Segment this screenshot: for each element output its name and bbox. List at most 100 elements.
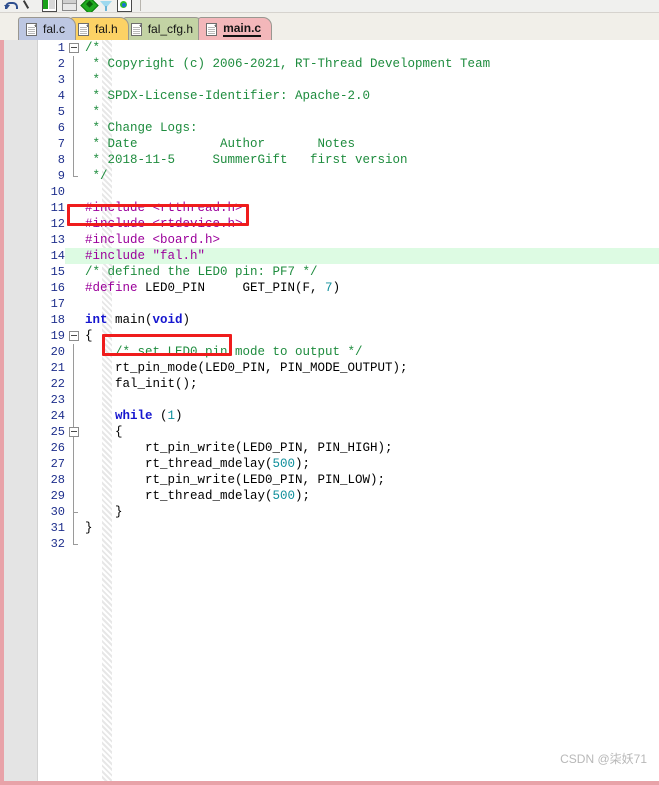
- fold-marker: [67, 264, 83, 280]
- code-line[interactable]: 31}: [39, 520, 659, 536]
- code-text: * 2018-11-5 SummerGift first version: [85, 153, 408, 167]
- code-line[interactable]: 27 rt_thread_mdelay(500);: [39, 456, 659, 472]
- tab-main-c[interactable]: main.c: [198, 17, 273, 40]
- code-text: /*: [85, 41, 101, 55]
- code-line[interactable]: 5 *: [39, 104, 659, 120]
- code-line[interactable]: 2 * Copyright (c) 2006-2021, RT-Thread D…: [39, 56, 659, 72]
- code-area[interactable]: 1/* 2 * Copyright (c) 2006-2021, RT-Threa…: [39, 40, 659, 781]
- bookmark-margin[interactable]: [4, 40, 38, 781]
- code-text: #include <rtthread.h>: [85, 201, 243, 215]
- globe-icon[interactable]: [117, 0, 132, 12]
- code-line[interactable]: 23: [39, 392, 659, 408]
- code-line[interactable]: 30 }: [39, 504, 659, 520]
- code-line[interactable]: 14 #include "fal.h": [39, 248, 659, 264]
- code-line[interactable]: 6 * Change Logs:: [39, 120, 659, 136]
- line-number: 18: [50, 313, 65, 327]
- split-panes-icon[interactable]: [42, 0, 57, 12]
- line-number: 7: [57, 137, 65, 151]
- code-text: #define LED0_PIN GET_PIN(F, 7): [85, 281, 341, 295]
- code-line[interactable]: 25 {: [39, 424, 659, 440]
- code-line[interactable]: 22 fal_init();: [39, 376, 659, 392]
- funnel-icon[interactable]: [100, 0, 112, 11]
- code-lines[interactable]: 1/* 2 * Copyright (c) 2006-2021, RT-Threa…: [39, 40, 659, 552]
- line-number: 2: [57, 57, 65, 71]
- code-line[interactable]: 12 #include <rtdevice.h>: [39, 216, 659, 232]
- line-number: 25: [50, 425, 65, 439]
- line-number: 14: [39, 248, 65, 264]
- code-line[interactable]: 15 /* defined the LED0 pin: PF7 */: [39, 264, 659, 280]
- line-number: 1: [57, 41, 65, 55]
- code-line[interactable]: 3 *: [39, 72, 659, 88]
- fold-marker: [67, 216, 83, 232]
- fold-marker: [67, 168, 83, 184]
- fold-marker: [67, 232, 83, 248]
- fold-marker[interactable]: [67, 328, 83, 344]
- code-line[interactable]: 8 * 2018-11-5 SummerGift first version: [39, 152, 659, 168]
- line-number: 9: [57, 169, 65, 183]
- fold-marker[interactable]: [67, 40, 83, 56]
- code-line[interactable]: 24 while (1): [39, 408, 659, 424]
- code-line[interactable]: 10: [39, 184, 659, 200]
- code-line[interactable]: 29 rt_thread_mdelay(500);: [39, 488, 659, 504]
- tab-bar: fal.c fal.h fal_cfg.h main.c: [0, 13, 659, 40]
- code-text: while (1): [85, 409, 183, 423]
- code-line[interactable]: 17: [39, 296, 659, 312]
- pen-icon[interactable]: [22, 0, 35, 11]
- line-number: 13: [50, 233, 65, 247]
- fold-marker: [67, 184, 83, 200]
- code-editor[interactable]: 1/* 2 * Copyright (c) 2006-2021, RT-Threa…: [0, 40, 659, 785]
- code-line[interactable]: 9 */: [39, 168, 659, 184]
- code-line[interactable]: 1 /*: [39, 40, 659, 56]
- tab-fal-c[interactable]: fal.c: [18, 17, 77, 40]
- fold-marker: [67, 248, 83, 264]
- fold-marker: [67, 488, 83, 504]
- line-number: 27: [50, 457, 65, 471]
- code-line[interactable]: 20 /* set LED0 pin mode to output */: [39, 344, 659, 360]
- fold-marker: [67, 392, 83, 408]
- code-text: int main(void): [85, 313, 191, 327]
- code-line[interactable]: 32: [39, 536, 659, 552]
- code-line[interactable]: 4 * SPDX-License-Identifier: Apache-2.0: [39, 88, 659, 104]
- code-line[interactable]: 28 rt_pin_write(LED0_PIN, PIN_LOW);: [39, 472, 659, 488]
- fold-marker: [67, 408, 83, 424]
- undo-icon[interactable]: [4, 0, 18, 11]
- fold-marker: [67, 56, 83, 72]
- code-line[interactable]: 21 rt_pin_mode(LED0_PIN, PIN_MODE_OUTPUT…: [39, 360, 659, 376]
- tab-fal-h[interactable]: fal.h: [70, 17, 129, 40]
- code-line[interactable]: 13 #include <board.h>: [39, 232, 659, 248]
- fold-marker: [67, 200, 83, 216]
- code-line[interactable]: 7 * Date Author Notes: [39, 136, 659, 152]
- green-diamond-icon[interactable]: [80, 0, 99, 12]
- line-number: 15: [50, 265, 65, 279]
- code-line[interactable]: 16 #define LED0_PIN GET_PIN(F, 7): [39, 280, 659, 296]
- code-text: * Copyright (c) 2006-2021, RT-Thread Dev…: [85, 57, 491, 71]
- line-number: 29: [50, 489, 65, 503]
- line-number: 32: [50, 537, 65, 551]
- line-number: 17: [50, 297, 65, 311]
- code-line[interactable]: 11 #include <rtthread.h>: [39, 200, 659, 216]
- toolbar: [0, 0, 659, 13]
- tab-label: fal.h: [95, 22, 118, 36]
- code-text: #include <rtdevice.h>: [85, 217, 243, 231]
- tab-fal-cfg-h[interactable]: fal_cfg.h: [122, 17, 205, 40]
- code-text: }: [85, 521, 93, 535]
- fold-marker: [67, 456, 83, 472]
- code-line[interactable]: 19 {: [39, 328, 659, 344]
- fold-marker[interactable]: [67, 424, 83, 440]
- fold-marker: [67, 520, 83, 536]
- line-number: 12: [50, 217, 65, 231]
- code-line[interactable]: 26 rt_pin_write(LED0_PIN, PIN_HIGH);: [39, 440, 659, 456]
- line-number: 30: [50, 505, 65, 519]
- code-text: * SPDX-License-Identifier: Apache-2.0: [85, 89, 371, 103]
- code-text: */: [85, 169, 108, 183]
- fold-marker: [67, 360, 83, 376]
- toolbar-separator-2: [140, 0, 141, 11]
- fold-marker: [67, 280, 83, 296]
- window-icon[interactable]: [62, 0, 77, 11]
- line-number: 3: [57, 73, 65, 87]
- fold-marker: [67, 152, 83, 168]
- code-text: {: [85, 425, 123, 439]
- line-number: 22: [50, 377, 65, 391]
- line-number: 4: [57, 89, 65, 103]
- code-line[interactable]: 18 int main(void): [39, 312, 659, 328]
